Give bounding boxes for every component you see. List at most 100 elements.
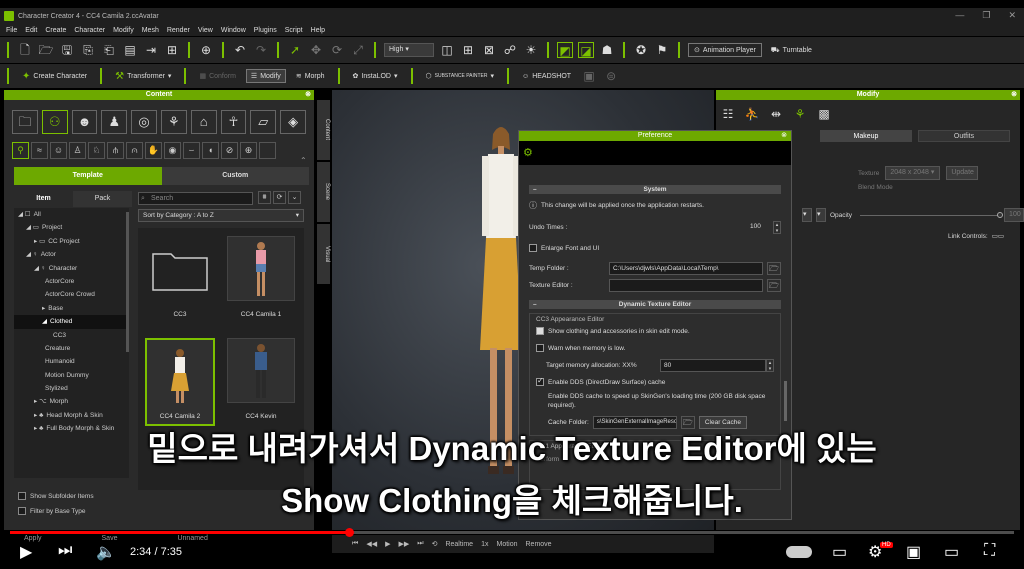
texture-editor-input[interactable] — [609, 279, 763, 292]
tree-expand-icon[interactable]: ◢ — [42, 318, 47, 325]
checker-icon[interactable]: ▩ — [816, 106, 832, 122]
tree-expand-icon[interactable]: ▸ ♣ — [34, 412, 43, 419]
scene-category-icon[interactable]: ▱ — [250, 110, 277, 134]
preference-scrollbar[interactable] — [784, 381, 787, 421]
import-icon[interactable]: ⎘ — [80, 42, 96, 58]
link-icon[interactable]: ▭▭ — [992, 232, 1004, 240]
opacity-value[interactable]: 100 — [1004, 208, 1024, 222]
show-clothing-checkbox[interactable] — [536, 327, 544, 335]
menu-create[interactable]: Create — [45, 27, 66, 34]
shoe-icon[interactable]: ⩀ — [126, 142, 143, 159]
tree-scrollbar[interactable] — [126, 212, 129, 352]
enlarge-font-option[interactable]: Enlarge Font and UI — [529, 244, 781, 252]
thumbnail-image[interactable] — [146, 236, 214, 301]
tree-expand-icon[interactable]: ◢ ♀ — [26, 251, 38, 258]
animation-player-button[interactable]: ⊙ Animation Player — [688, 43, 762, 57]
rotate-icon[interactable]: ⟳ — [329, 42, 345, 58]
ai-icon[interactable]: ▣ — [581, 68, 597, 84]
pose-category-icon[interactable]: ☥ — [220, 110, 247, 134]
prop-category-icon[interactable]: ⌂ — [190, 110, 217, 134]
collapse-icon[interactable]: ⌃ — [300, 156, 307, 165]
tree-item[interactable]: ◢ ☐ All — [14, 208, 129, 221]
cloth-category-icon[interactable]: ♟ — [101, 110, 128, 134]
side-tab-visual[interactable]: Visual — [317, 224, 330, 284]
open-folder-icon[interactable]: 🗁 — [38, 42, 54, 58]
captions-icon[interactable]: ▭ — [832, 542, 847, 562]
undo-icon[interactable]: ↶ — [232, 42, 248, 58]
enable-dds-option[interactable]: Enable DDS (DirectDraw Surface) cache — [536, 378, 774, 386]
skin-edit-icon[interactable]: ⚘ — [792, 106, 808, 122]
bone-icon[interactable]: ☍ — [502, 42, 518, 58]
sliders-icon[interactable]: ☷ — [720, 106, 736, 122]
tree-expand-icon[interactable]: ▸ ▭ — [34, 238, 45, 245]
save-icon[interactable]: 🖫 — [59, 42, 75, 58]
tab-pack[interactable]: Pack — [73, 191, 132, 207]
glove-icon[interactable]: ✋ — [145, 142, 162, 159]
tree-item[interactable]: ActorCore — [14, 275, 129, 288]
thumbnail-item[interactable]: CC4 Camila 2 — [141, 338, 219, 426]
thumbnail-image[interactable] — [227, 236, 295, 301]
headshot-button[interactable]: ☺ HEADSHOT — [518, 71, 575, 82]
collision-icon[interactable]: ◪ — [578, 42, 594, 58]
enlarge-font-checkbox[interactable] — [529, 244, 537, 252]
arm-icon[interactable]: ♘ — [88, 142, 105, 159]
tree-item[interactable]: Stylized — [14, 382, 129, 395]
menu-mesh[interactable]: Mesh — [142, 27, 159, 34]
tab-outfits[interactable]: Outfits — [918, 130, 1010, 142]
undo-spinner[interactable]: ▴ ▾ — [773, 221, 781, 234]
settings-gear-icon[interactable]: ⚙ — [523, 146, 533, 159]
play-button-icon[interactable]: ▶ — [20, 542, 32, 562]
accessory-icon[interactable]: ⊘ — [221, 142, 238, 159]
mouth-icon[interactable]: ⌣ — [183, 142, 200, 159]
redo-icon[interactable]: ↷ — [253, 42, 269, 58]
tab-template[interactable]: Template — [14, 167, 162, 185]
thumbnail-item[interactable]: CC4 Kevin — [222, 338, 300, 426]
add-icon[interactable]: ⊕ — [240, 142, 257, 159]
show-clothing-option[interactable]: Show clothing and accessories in skin ed… — [536, 327, 774, 335]
side-tab-scene[interactable]: Scene — [317, 162, 330, 222]
menu-character[interactable]: Character — [74, 27, 105, 34]
tree-item[interactable]: ◢ ♀ Character — [14, 262, 129, 275]
actor-category-icon[interactable]: ⚇ — [41, 110, 68, 134]
tree-expand-icon[interactable]: ▸ — [42, 305, 45, 312]
tree-item[interactable]: Motion Dummy — [14, 369, 129, 382]
crowd-icon[interactable]: ☗ — [599, 42, 615, 58]
opacity-slider[interactable] — [860, 211, 1004, 218]
temp-folder-input[interactable]: C:\Users\djwls\AppData\Local\Temp\ — [609, 262, 763, 275]
layer-mode-select[interactable]: ▾ — [816, 208, 826, 222]
layer-select[interactable]: ▾ — [802, 208, 812, 222]
flag-icon[interactable]: ⚑ — [654, 42, 670, 58]
tab-custom[interactable]: Custom — [161, 167, 309, 185]
grid-icon[interactable]: ⊞ — [460, 42, 476, 58]
conform-button[interactable]: ▦ Conform — [195, 70, 239, 82]
move-icon[interactable]: ✥ — [308, 42, 324, 58]
turntable-button[interactable]: ⛟ Turntable — [767, 44, 816, 57]
tree-item[interactable]: ActorCore Crowd — [14, 288, 129, 301]
tree-item[interactable]: ▸ ▭ CC Project — [14, 235, 129, 248]
autoplay-toggle[interactable] — [786, 546, 812, 558]
create-character-button[interactable]: ✦ Create Character — [18, 69, 91, 84]
menu-script[interactable]: Script — [285, 27, 303, 34]
hair-category-icon[interactable]: ◎ — [131, 110, 157, 134]
opacity-slider-handle[interactable] — [997, 211, 1004, 218]
scale-icon[interactable]: ⤢ — [350, 42, 366, 58]
folder-category-icon[interactable]: 🗀 — [12, 110, 38, 134]
tree-item[interactable]: CC3 — [14, 329, 129, 342]
menu-view[interactable]: View — [198, 27, 213, 34]
light-icon[interactable]: ☀ — [523, 42, 539, 58]
fullscreen-icon[interactable]: ⛶ — [984, 542, 995, 560]
zoom-icon[interactable]: ⊕ — [198, 42, 214, 58]
instalod-button[interactable]: ✿ InstaLOD ▾ — [349, 70, 402, 82]
morph-category-icon[interactable]: ◈ — [280, 110, 306, 134]
menu-edit[interactable]: Edit — [25, 27, 37, 34]
memory-spinner[interactable]: ▴ ▾ — [766, 359, 774, 372]
hair-icon[interactable]: ≈ — [31, 142, 48, 159]
tab-makeup[interactable]: Makeup — [820, 130, 912, 142]
next-video-icon[interactable]: ⏭ — [58, 542, 72, 560]
dialog-close-icon[interactable]: ⊗ — [781, 131, 787, 141]
menu-file[interactable]: File — [6, 27, 17, 34]
texture-size-select[interactable]: 2048 x 2048 ▾ — [885, 166, 941, 180]
new-file-icon[interactable]: 🗋 — [17, 42, 33, 58]
tree-item[interactable]: ▸ ♣ Head Morph & Skin — [14, 409, 129, 422]
video-progress-bar[interactable] — [10, 528, 1014, 537]
